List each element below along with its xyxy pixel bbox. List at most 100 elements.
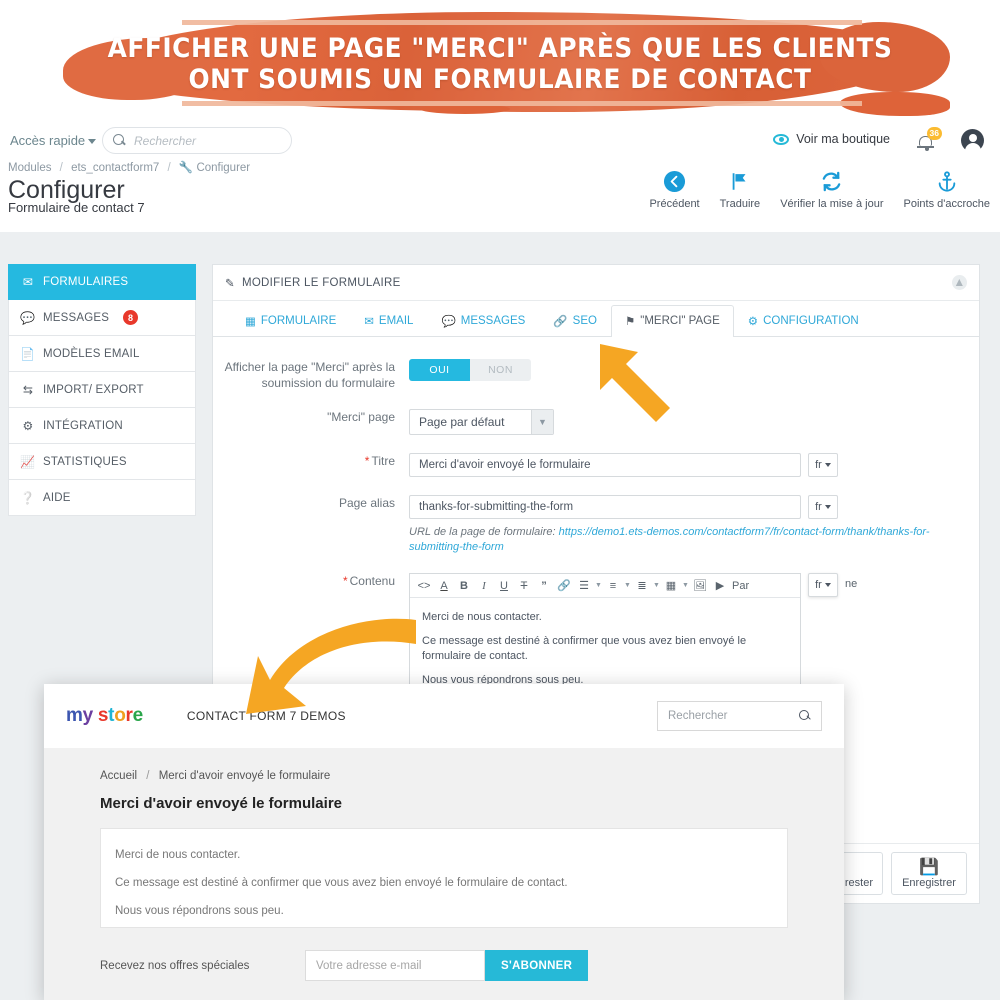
paragraph-style-dropdown[interactable]: Par bbox=[730, 580, 749, 592]
required-asterisk: * bbox=[342, 574, 348, 588]
storefront-search-placeholder: Rechercher bbox=[668, 710, 728, 722]
title-language-dropdown[interactable]: fr bbox=[808, 453, 838, 477]
breadcrumb-item-module[interactable]: ets_contactform7 bbox=[71, 162, 159, 174]
tab-label: SEO bbox=[572, 315, 597, 327]
table-icon[interactable]: ▦ bbox=[661, 579, 681, 592]
image-icon[interactable]: 🖼 bbox=[690, 579, 710, 592]
chart-icon: 📈 bbox=[20, 454, 36, 469]
chevron-down-icon[interactable]: ▼ bbox=[594, 582, 603, 589]
field-row-show-thanks: Afficher la page "Merci" après la soumis… bbox=[213, 359, 979, 391]
link-icon: 🔗 bbox=[553, 316, 568, 328]
title-input[interactable]: Merci d'avoir envoyé le formulaire bbox=[409, 453, 801, 477]
chat-icon: 💬 bbox=[20, 310, 36, 325]
video-icon[interactable]: ▶ bbox=[710, 579, 730, 592]
link-icon[interactable]: 🔗 bbox=[554, 579, 574, 592]
store-logo[interactable]: my store bbox=[66, 705, 143, 727]
tab-merci-page[interactable]: ⚑ "MERCI" PAGE bbox=[610, 305, 734, 337]
collapse-toggle-icon[interactable]: ▲ bbox=[952, 275, 967, 290]
form-area: Afficher la page "Merci" après la soumis… bbox=[213, 337, 979, 709]
sidebar-item-modeles-email[interactable]: 📄 MODÈLES EMAIL bbox=[8, 336, 196, 372]
header-action-hooks[interactable]: Points d'accroche bbox=[894, 168, 1000, 210]
sidebar-item-messages[interactable]: 💬 MESSAGES 8 bbox=[8, 300, 196, 336]
field-label-title: * Titre bbox=[213, 453, 409, 469]
storefront-header: my store CONTACT FORM 7 DEMOS Rechercher bbox=[44, 684, 844, 748]
eye-icon bbox=[773, 133, 790, 145]
storefront-thanks-card: Merci de nous contacter. Ce message est … bbox=[100, 828, 788, 928]
header-action-translate[interactable]: Traduire bbox=[710, 168, 771, 210]
tab-configuration[interactable]: ⚙ CONFIGURATION bbox=[734, 305, 873, 337]
field-label-alias: Page alias bbox=[338, 496, 395, 510]
content-paragraph-1: Merci de nous contacter. bbox=[422, 611, 542, 623]
newsletter-email-input[interactable]: Votre adresse e-mail bbox=[305, 950, 485, 981]
sidebar-item-label: AIDE bbox=[43, 491, 71, 504]
font-size-dropdown[interactable]: ne bbox=[845, 573, 860, 590]
notifications-button[interactable]: 36 bbox=[916, 127, 942, 152]
toggle-option-non[interactable]: NON bbox=[470, 359, 531, 381]
module-sidebar: ✉ FORMULAIRES 💬 MESSAGES 8 📄 MODÈLES EMA… bbox=[8, 264, 196, 516]
edit-icon: ✎ bbox=[225, 277, 235, 290]
envelope-icon: ✉ bbox=[364, 316, 374, 328]
underline-icon[interactable]: U bbox=[494, 580, 514, 592]
newsletter-email-placeholder: Votre adresse e-mail bbox=[316, 959, 422, 972]
exchange-icon: ⇆ bbox=[22, 382, 34, 397]
bold-icon[interactable]: B bbox=[454, 580, 474, 592]
breadcrumb-separator: / bbox=[146, 770, 150, 782]
quick-access-menu[interactable]: Accès rapide bbox=[10, 133, 97, 148]
tab-messages[interactable]: 💬 MESSAGES bbox=[427, 305, 539, 337]
chevron-down-icon bbox=[824, 583, 831, 587]
storefront-newsletter: Recevez nos offres spéciales Votre adres… bbox=[100, 950, 788, 981]
alias-language-dropdown[interactable]: fr bbox=[808, 495, 838, 519]
sidebar-item-label: FORMULAIRES bbox=[43, 276, 129, 288]
view-shop-link[interactable]: Voir ma boutique bbox=[773, 132, 890, 146]
anchor-icon bbox=[904, 168, 990, 194]
storefront-breadcrumb-home[interactable]: Accueil bbox=[100, 770, 137, 782]
bullet-list-icon[interactable]: ≡ bbox=[603, 580, 623, 592]
gears-icon: ⚙ bbox=[22, 418, 34, 433]
tab-email[interactable]: ✉ EMAIL bbox=[350, 305, 427, 337]
chevron-down-icon[interactable]: ▼ bbox=[652, 582, 661, 589]
chevron-down-icon[interactable]: ▼ bbox=[681, 582, 690, 589]
save-button[interactable]: 💾 Enregistrer bbox=[891, 852, 967, 895]
newsletter-label: Recevez nos offres spéciales bbox=[100, 959, 250, 972]
sidebar-item-label: INTÉGRATION bbox=[43, 419, 123, 432]
chat-icon: 💬 bbox=[441, 316, 456, 328]
storefront-search-input[interactable]: Rechercher bbox=[657, 701, 822, 731]
search-icon[interactable] bbox=[799, 710, 811, 722]
sidebar-item-aide[interactable]: ❔ AIDE bbox=[8, 480, 196, 516]
storefront-breadcrumb-current: Merci d'avoir envoyé le formulaire bbox=[158, 770, 331, 782]
sidebar-item-integration[interactable]: ⚙ INTÉGRATION bbox=[8, 408, 196, 444]
field-label-content-text: Contenu bbox=[349, 574, 395, 588]
show-thanks-toggle[interactable]: OUI NON bbox=[409, 359, 531, 381]
sidebar-item-import-export[interactable]: ⇆ IMPORT/ EXPORT bbox=[8, 372, 196, 408]
thanks-page-select[interactable]: Page par défaut ▼ bbox=[409, 409, 554, 435]
quote-icon[interactable]: ” bbox=[534, 580, 554, 592]
tab-formulaire[interactable]: ▦ FORMULAIRE bbox=[231, 305, 350, 337]
breadcrumb-item-modules[interactable]: Modules bbox=[8, 162, 51, 174]
field-row-alias: Page alias thanks-for-submitting-the-for… bbox=[213, 495, 979, 555]
strikethrough-icon[interactable]: T bbox=[514, 580, 534, 592]
storefront-heading: Merci d'avoir envoyé le formulaire bbox=[100, 795, 342, 812]
banner-line-1: AFFICHER UNE PAGE "MERCI" APRÈS QUE LES … bbox=[107, 33, 893, 64]
form-url-note: URL de la page de formulaire: https://de… bbox=[409, 525, 937, 555]
header-action-hooks-label: Points d'accroche bbox=[903, 198, 990, 210]
header-action-back[interactable]: Précédent bbox=[639, 168, 709, 210]
avatar[interactable] bbox=[961, 129, 984, 152]
storefront-nav-link[interactable]: CONTACT FORM 7 DEMOS bbox=[187, 709, 346, 723]
align-icon[interactable]: ☰ bbox=[574, 579, 594, 592]
admin-search-input[interactable]: Rechercher bbox=[102, 127, 292, 154]
toggle-option-oui[interactable]: OUI bbox=[409, 359, 470, 381]
chevron-down-icon[interactable]: ▼ bbox=[623, 582, 632, 589]
source-code-icon[interactable]: <> bbox=[414, 580, 434, 592]
header-action-check-update[interactable]: Vérifier la mise à jour bbox=[770, 168, 893, 210]
sidebar-item-formulaires[interactable]: ✉ FORMULAIRES bbox=[8, 264, 196, 300]
numbered-list-icon[interactable]: ≣ bbox=[632, 579, 652, 592]
content-language-dropdown[interactable]: fr bbox=[808, 573, 838, 597]
newsletter-subscribe-button[interactable]: S'ABONNER bbox=[485, 950, 589, 981]
italic-icon[interactable]: I bbox=[474, 580, 494, 592]
help-icon: ❔ bbox=[20, 490, 36, 505]
tab-seo[interactable]: 🔗 SEO bbox=[539, 305, 611, 337]
field-label-title-text: Titre bbox=[371, 454, 395, 468]
text-color-icon[interactable]: A bbox=[434, 580, 454, 592]
alias-input[interactable]: thanks-for-submitting-the-form bbox=[409, 495, 801, 519]
sidebar-item-statistiques[interactable]: 📈 STATISTIQUES bbox=[8, 444, 196, 480]
